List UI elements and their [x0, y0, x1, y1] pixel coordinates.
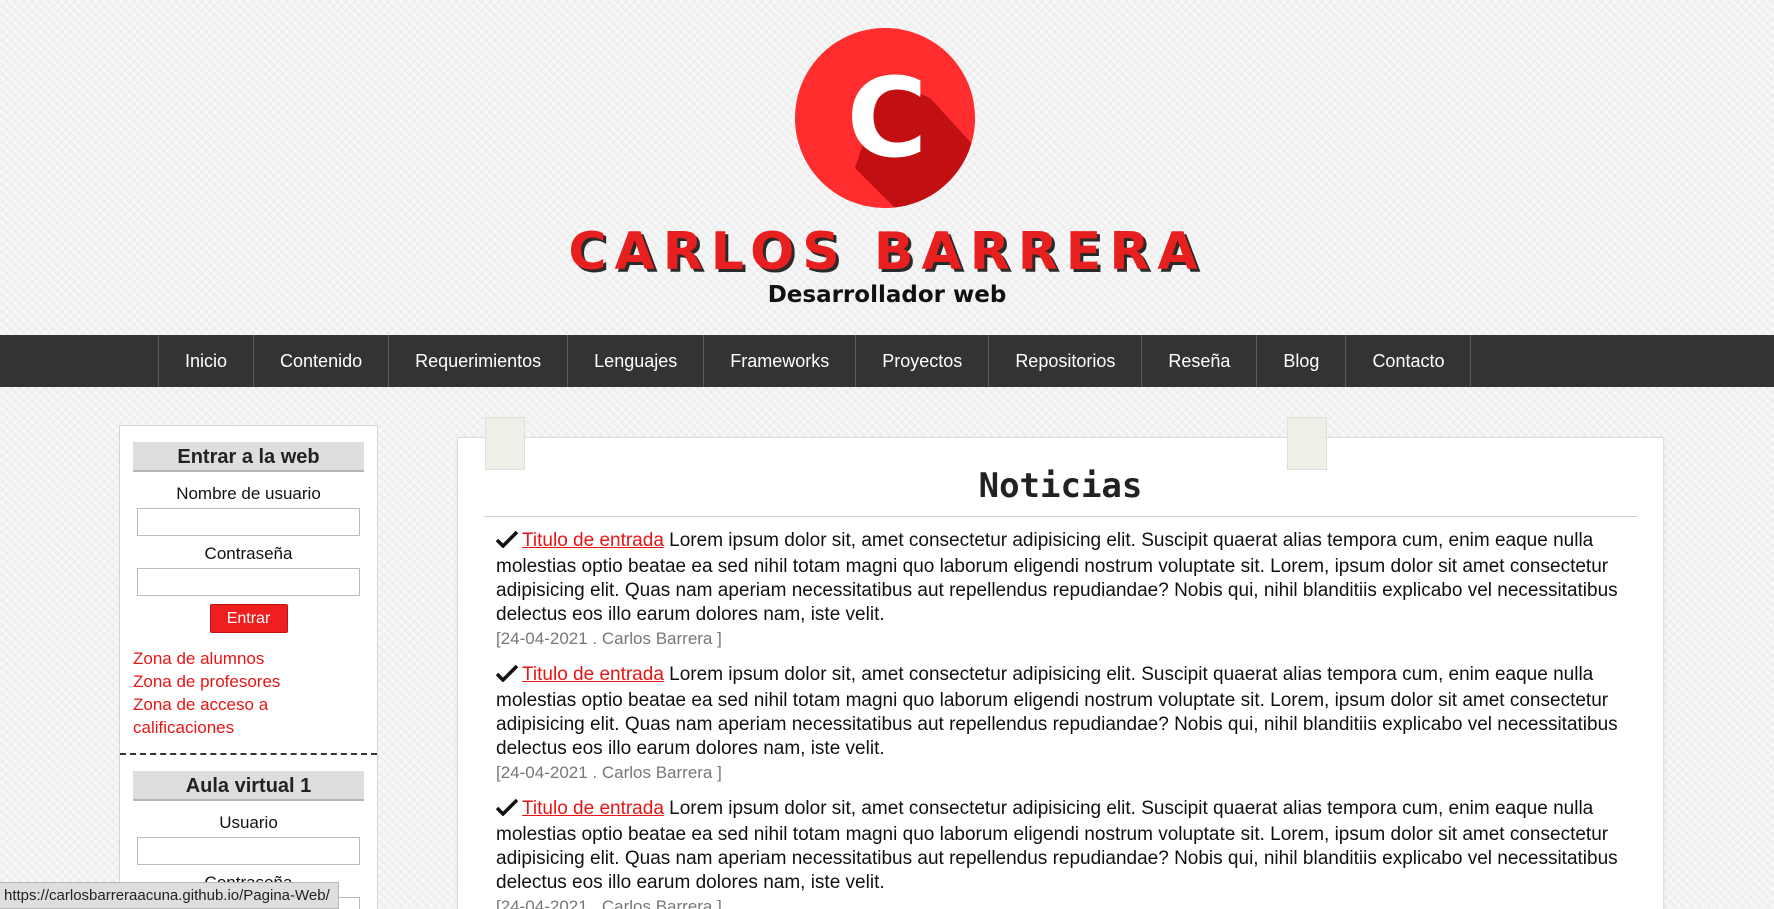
main-nav: Inicio Contenido Requerimientos Lenguaje…: [0, 335, 1774, 387]
link-zona-alumnos[interactable]: Zona de alumnos: [133, 647, 333, 670]
post-body: Lorem ipsum dolor sit, amet consectetur …: [496, 530, 1618, 625]
nav-list: Inicio Contenido Requerimientos Lenguaje…: [158, 335, 1472, 387]
status-bar-url: https://carlosbarreraacuna.github.io/Pag…: [0, 882, 339, 909]
nav-item-requerimientos[interactable]: Requerimientos: [389, 335, 569, 387]
password-field[interactable]: [137, 568, 360, 596]
site-logo[interactable]: C: [795, 28, 975, 208]
site-header: C CARLOS BARRERA Desarrollador web: [0, 0, 1774, 335]
virtual-username-label: Usuario: [219, 813, 278, 832]
brand-name: CARLOS BARRERA: [568, 222, 1206, 282]
nav-item-repositorios[interactable]: Repositorios: [989, 335, 1143, 387]
login-button[interactable]: Entrar: [209, 604, 288, 633]
post-title-link[interactable]: Titulo de entrada: [522, 798, 664, 819]
news-section: Noticias Titulo de entrada Lorem ipsum d…: [457, 417, 1664, 909]
username-label: Nombre de usuario: [176, 484, 321, 503]
nav-item-frameworks[interactable]: Frameworks: [704, 335, 857, 387]
post-meta: [24-04-2021 . Carlos Barrera ]: [496, 897, 722, 909]
nav-item-contenido[interactable]: Contenido: [254, 335, 390, 387]
section-title: Noticias: [978, 466, 1143, 506]
tagline: Desarrollador web: [767, 282, 1007, 308]
password-label: Contraseña: [204, 544, 293, 563]
post-title-link[interactable]: Titulo de entrada: [522, 530, 664, 551]
nav-item-proyectos[interactable]: Proyectos: [856, 335, 990, 387]
virtual-class-title: Aula virtual 1: [133, 771, 364, 801]
post-title-link[interactable]: Titulo de entrada: [522, 664, 664, 685]
nav-item-resena[interactable]: Reseña: [1142, 335, 1258, 387]
decorative-tape: [485, 417, 525, 470]
logo-graphic: C: [795, 28, 975, 208]
post-body: Lorem ipsum dolor sit, amet consectetur …: [496, 664, 1618, 759]
username-field[interactable]: [137, 508, 360, 536]
login-widget-title: Entrar a la web: [133, 442, 364, 472]
nav-item-lenguajes[interactable]: Lenguajes: [568, 335, 705, 387]
nav-item-contacto[interactable]: Contacto: [1346, 335, 1472, 387]
news-post: Titulo de entrada Lorem ipsum dolor sit,…: [495, 797, 1623, 909]
news-post: Titulo de entrada Lorem ipsum dolor sit,…: [495, 663, 1623, 785]
nav-item-inicio[interactable]: Inicio: [159, 335, 255, 387]
decorative-tape: [1287, 417, 1327, 470]
checkmark-icon: [495, 664, 522, 689]
sidebar-divider: [120, 753, 377, 755]
link-zona-profesores[interactable]: Zona de profesores: [133, 670, 333, 693]
logo-letter: C: [847, 54, 928, 182]
link-zona-calificaciones[interactable]: Zona de acceso a calificaciones: [133, 693, 333, 739]
post-meta: [24-04-2021 . Carlos Barrera ]: [496, 629, 722, 648]
post-meta: [24-04-2021 . Carlos Barrera ]: [496, 763, 722, 782]
checkmark-icon: [495, 798, 522, 823]
virtual-username-field[interactable]: [137, 837, 360, 865]
sidebar: Entrar a la web Nombre de usuario Contra…: [119, 425, 378, 909]
post-body: Lorem ipsum dolor sit, amet consectetur …: [496, 798, 1618, 893]
checkmark-icon: [495, 530, 522, 555]
news-post: Titulo de entrada Lorem ipsum dolor sit,…: [495, 529, 1623, 651]
title-divider: [484, 516, 1637, 517]
zone-links: Zona de alumnos Zona de profesores Zona …: [133, 647, 377, 739]
nav-item-blog[interactable]: Blog: [1257, 335, 1347, 387]
